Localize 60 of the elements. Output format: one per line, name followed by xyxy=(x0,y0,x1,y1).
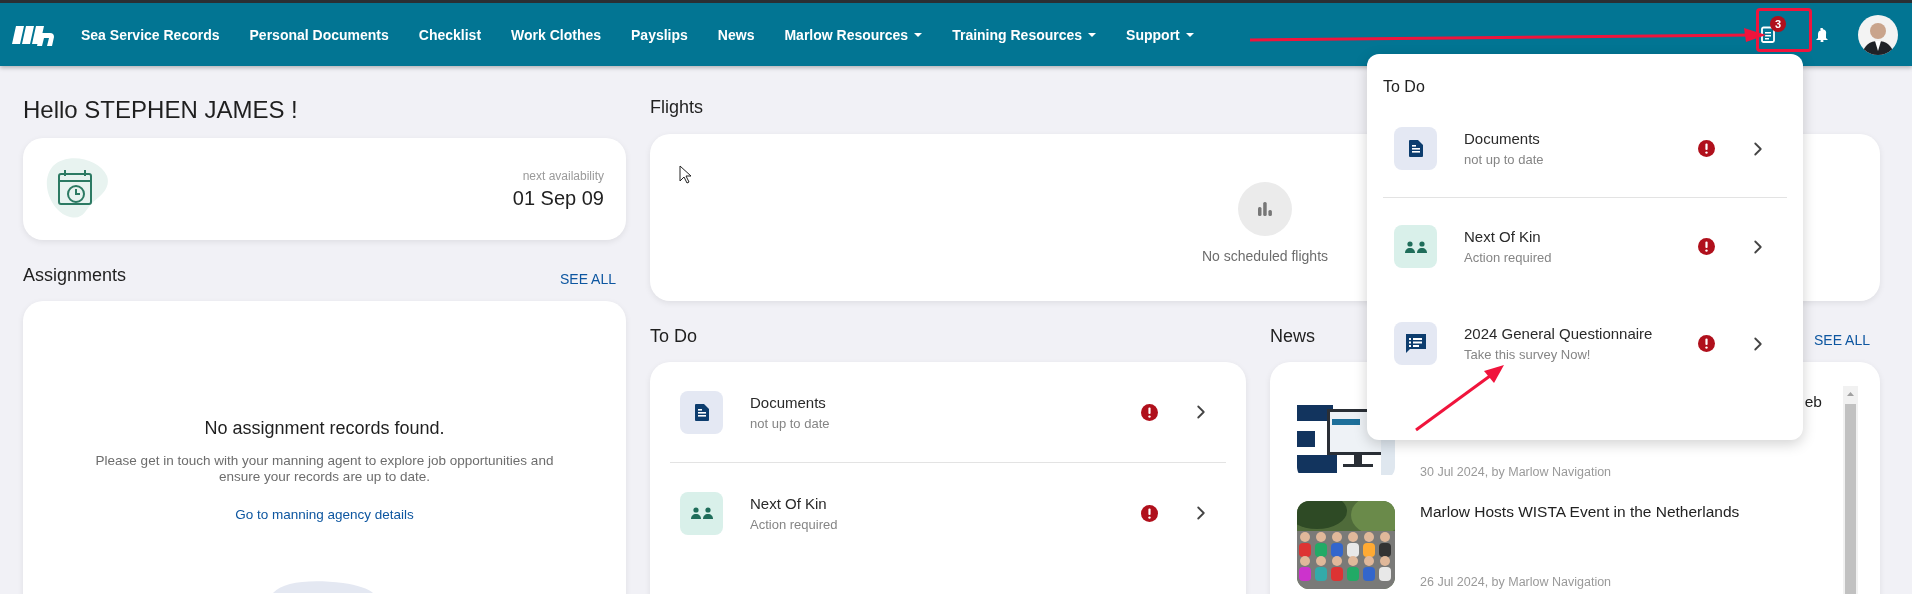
people-icon xyxy=(690,507,713,519)
todo-item[interactable]: 2024 General Questionnaire Take this survey Now! xyxy=(1367,295,1803,392)
alert-icon xyxy=(1141,504,1158,522)
see-all-link[interactable]: SEE ALL xyxy=(559,271,616,287)
section-title: Assignments xyxy=(23,264,127,286)
todo-item[interactable]: Documents not up to date xyxy=(1367,100,1803,197)
news-date: 26 Jul 2024, by Marlow Navigation xyxy=(1420,575,1613,589)
nav-link[interactable]: Checklist xyxy=(418,26,482,43)
todo-subtitle: Action required xyxy=(1464,250,1553,265)
empty-message: No scheduled flights xyxy=(1201,247,1329,264)
greeting: Hello STEPHEN JAMES ! xyxy=(23,95,299,125)
nav-link[interactable]: Sea Service Records xyxy=(81,26,220,43)
avatar[interactable] xyxy=(1858,14,1898,55)
availability-label: next availability xyxy=(522,168,604,183)
todo-title: Documents xyxy=(750,393,827,411)
scrollbar[interactable] xyxy=(1843,386,1858,594)
todo-title: 2024 General Questionnaire xyxy=(1464,325,1654,342)
highlight-frame xyxy=(1756,8,1812,52)
section-title: News xyxy=(1270,325,1315,347)
alert-icon xyxy=(1698,140,1715,157)
agency-link[interactable]: Go to manning agency details xyxy=(235,507,414,522)
logo[interactable] xyxy=(12,23,54,46)
nav-link[interactable]: Payslips xyxy=(631,26,688,43)
popup-title: To Do xyxy=(1382,77,1426,97)
todo-subtitle: Action required xyxy=(750,516,839,532)
alert-icon xyxy=(1698,238,1715,255)
alert-icon xyxy=(1141,403,1158,421)
todo-subtitle: not up to date xyxy=(750,415,831,431)
availability-date: 01 Sep 09 xyxy=(512,186,604,210)
section-title: Flights xyxy=(650,96,703,118)
nav-link[interactable]: Training Resources xyxy=(952,26,1097,43)
people-icon xyxy=(1404,240,1427,253)
todo-title: Documents xyxy=(1464,130,1541,147)
clipboard-icon xyxy=(1761,26,1775,43)
empty-title: No assignment records found. xyxy=(204,418,445,439)
todo-title: Next Of Kin xyxy=(750,494,828,512)
alert-icon xyxy=(1698,335,1715,352)
cursor-icon xyxy=(679,165,692,184)
nav-link[interactable]: Marlow Resources xyxy=(784,26,923,43)
survey-icon xyxy=(1403,331,1428,356)
todo-item[interactable]: Documents not up to date xyxy=(650,362,1246,462)
news-date: 30 Jul 2024, by Marlow Navigation xyxy=(1420,465,1613,479)
todo-item[interactable]: Next Of Kin Action required xyxy=(650,463,1246,563)
see-all-link[interactable]: SEE ALL xyxy=(1813,332,1870,348)
nav-link[interactable]: Support xyxy=(1126,26,1194,43)
todo-title: Next Of Kin xyxy=(1464,228,1542,245)
nav-link[interactable]: News xyxy=(717,26,755,43)
bar-chart-icon xyxy=(1258,201,1272,216)
document-icon xyxy=(694,403,709,421)
document-icon xyxy=(1408,140,1423,157)
news-title[interactable]: Marlow Hosts WISTA Event in the Netherlands xyxy=(1420,503,1830,521)
todo-subtitle: Take this survey Now! xyxy=(1464,347,1592,362)
notification-badge: 3 xyxy=(1770,15,1786,32)
section-title: To Do xyxy=(650,325,698,347)
todo-item[interactable]: Next Of Kin Action required xyxy=(1367,198,1803,295)
bell-icon xyxy=(1816,27,1828,42)
nav-link[interactable]: Work Clothes xyxy=(511,26,602,43)
nav-link[interactable]: Personal Documents xyxy=(249,26,389,43)
empty-message: Please get in touch with your manning agent to explore job opportunities and ensure your records are up to date. xyxy=(94,453,555,485)
todo-subtitle: not up to date xyxy=(1464,152,1545,167)
